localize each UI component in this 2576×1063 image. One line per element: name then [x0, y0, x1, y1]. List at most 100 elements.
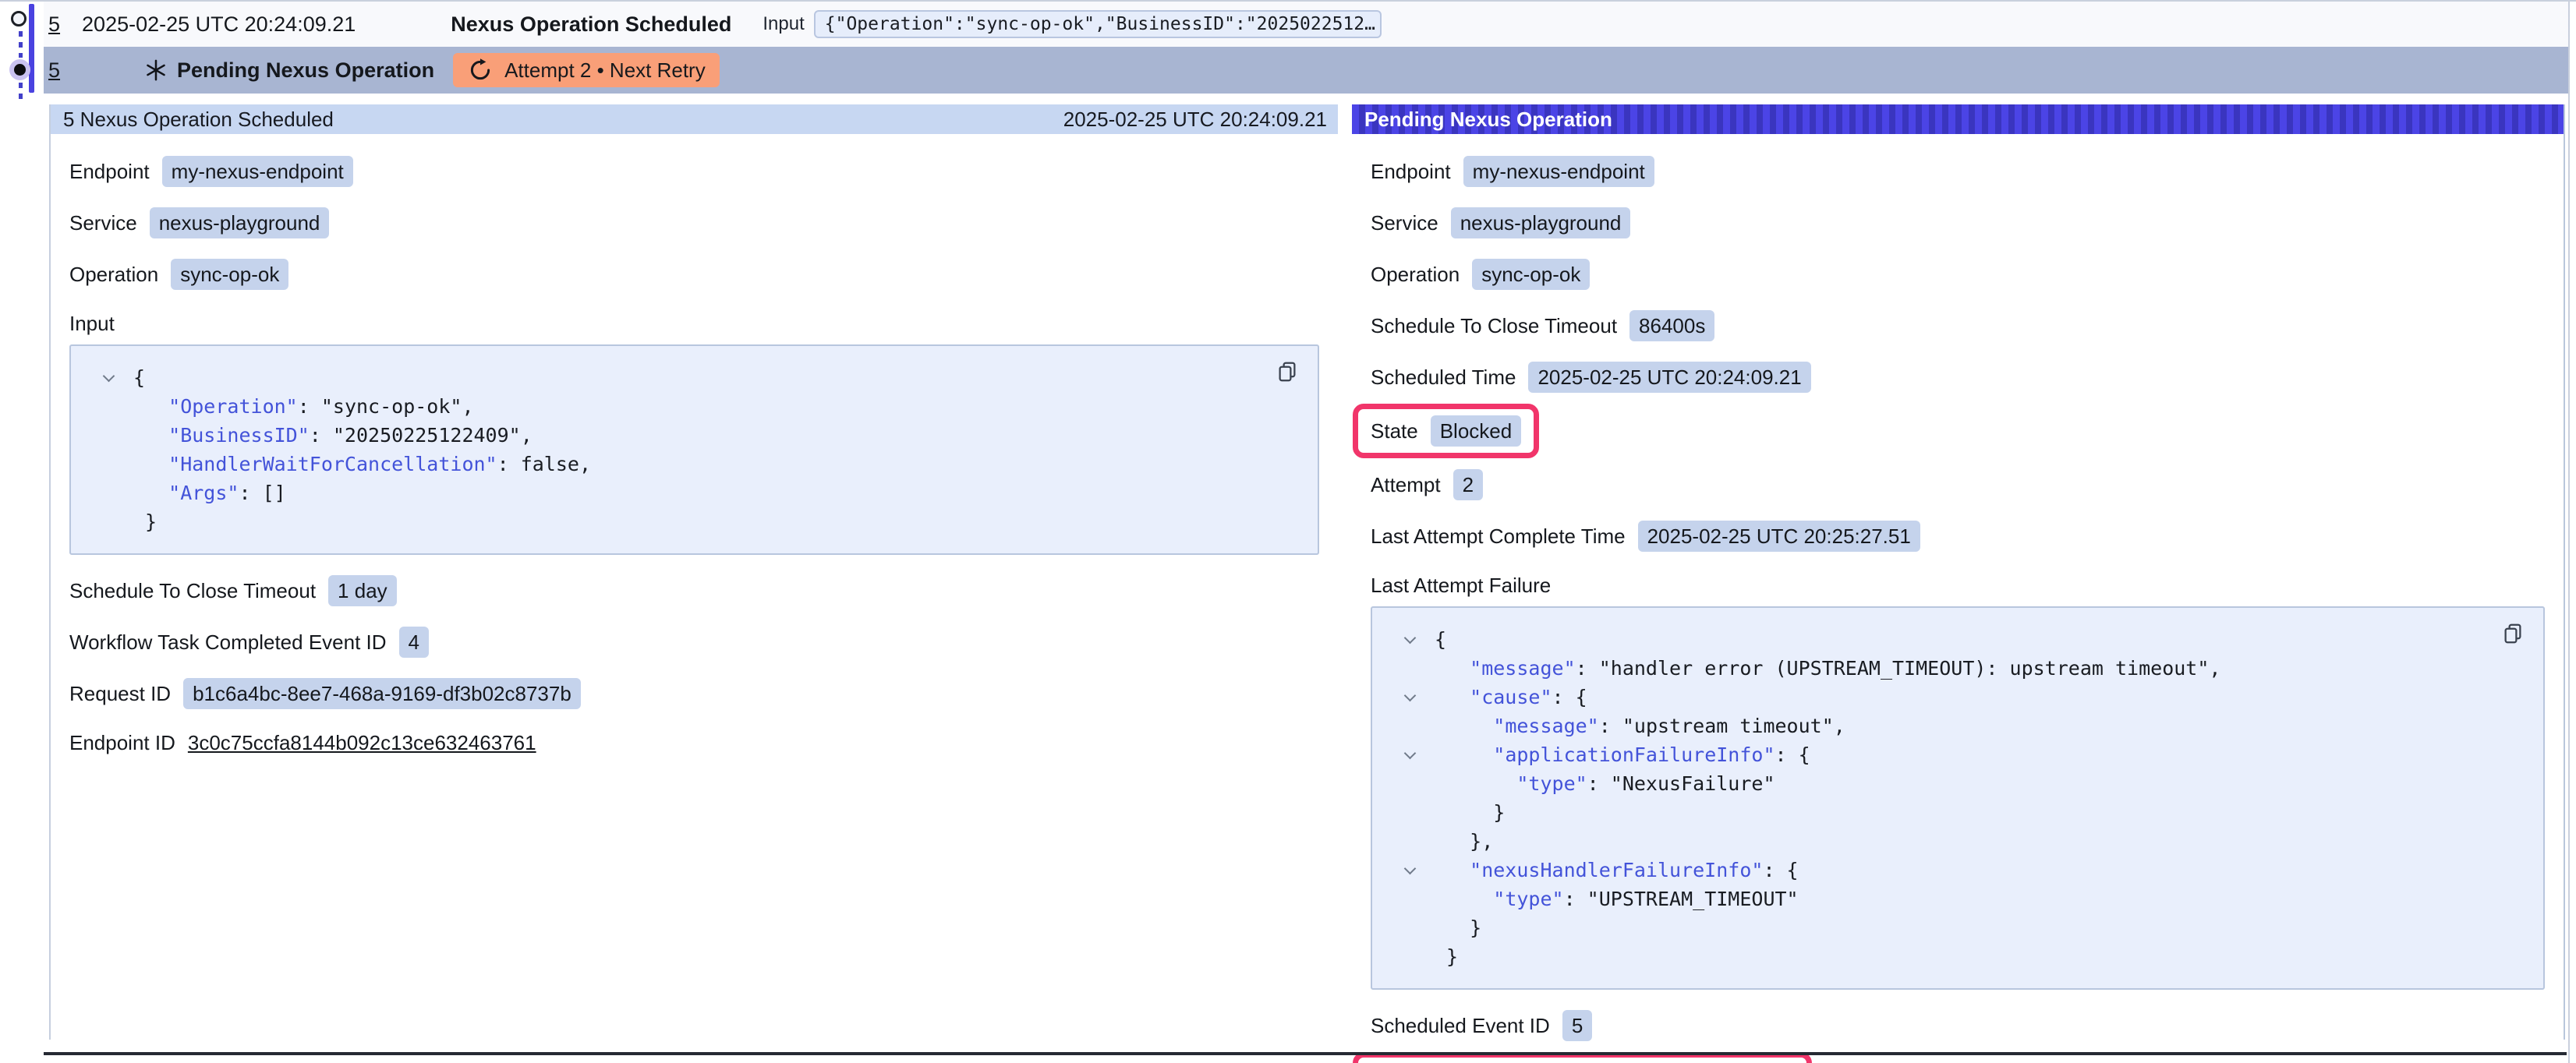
field-label-state: State: [1371, 419, 1418, 443]
code-text: "message": "handler error (UPSTREAM_TIME…: [1435, 657, 2220, 680]
code-text: "cause": {: [1435, 686, 1587, 708]
code-text: }: [1435, 945, 1458, 968]
code-text: "HandlerWaitForCancellation": false,: [133, 453, 591, 475]
code-line: {: [1391, 625, 2525, 654]
field-label-operation: Operation: [69, 263, 158, 287]
code-line: "cause": {: [1391, 683, 2525, 712]
left-detail-card: 5 Nexus Operation Scheduled 2025-02-25 U…: [49, 104, 1338, 1040]
input-preview-pill[interactable]: {"Operation":"sync-op-ok","BusinessID":"…: [814, 10, 1382, 38]
refresh-icon: [467, 57, 494, 83]
timeline-dashed-connector: [19, 83, 23, 100]
event-row-collapsed[interactable]: 5 2025-02-25 UTC 20:24:09.21 Nexus Opera…: [44, 2, 2568, 47]
code-text: "applicationFailureInfo": {: [1435, 743, 1810, 766]
field-label-workflow-task-completed-event-id: Workflow Task Completed Event ID: [69, 630, 387, 655]
json-code-block-last-attempt-failure: { "message": "handler error (UPSTREAM_TI…: [1371, 606, 2545, 990]
field-attempt: Attempt2: [1371, 469, 2545, 500]
field-value-endpoint-id[interactable]: 3c0c75ccfa8144b092c13ce632463761: [188, 731, 536, 755]
field-value-schedule-to-close-timeout: 86400s: [1629, 310, 1714, 341]
field-service: Servicenexus-playground: [69, 207, 1319, 238]
field-label-scheduled-event-id: Scheduled Event ID: [1371, 1014, 1550, 1038]
code-line: "type": "UPSTREAM_TIMEOUT": [1391, 885, 2525, 913]
field-state: StateBlocked: [1371, 413, 2545, 449]
page-right-border: [2568, 2, 2570, 1063]
field-last-attempt-complete-time: Last Attempt Complete Time2025-02-25 UTC…: [1371, 521, 2545, 552]
timeline-dashed-connector: [19, 31, 23, 58]
field-schedule-to-close-timeout: Schedule To Close Timeout1 day: [69, 575, 1319, 606]
pending-event-id-link[interactable]: 5: [48, 58, 60, 83]
collapse-chevron-icon[interactable]: [1405, 864, 1414, 874]
code-line: }: [1391, 798, 2525, 827]
left-card-title: 5 Nexus Operation Scheduled: [63, 108, 334, 132]
event-open-circle-icon: [11, 11, 27, 26]
field-endpoint-id: Endpoint ID 3c0c75ccfa8144b092c13ce632463…: [69, 729, 1319, 756]
collapse-chevron-icon[interactable]: [1405, 691, 1414, 701]
annotation-box-state: StateBlocked: [1353, 404, 1539, 458]
field-label-schedule-to-close-timeout: Schedule To Close Timeout: [69, 579, 316, 603]
field-service: Service nexus-playground: [1371, 207, 2545, 238]
code-line: "BusinessID": "20250225122409",: [90, 421, 1299, 450]
event-title: Nexus Operation Scheduled: [451, 12, 731, 37]
pending-event-row[interactable]: 5 Pending Nexus Operation Attempt 2 • Ne…: [44, 47, 2568, 94]
code-text: }: [133, 510, 157, 533]
code-line: }: [90, 507, 1299, 536]
left-card-timestamp: 2025-02-25 UTC 20:24:09.21: [1063, 108, 1327, 132]
field-label-input: Input: [69, 310, 1319, 337]
field-request-id: Request IDb1c6a4bc-8ee7-468a-9169-df3b02…: [69, 678, 1319, 709]
field-label-scheduled-time: Scheduled Time: [1371, 366, 1516, 390]
field-label-last-attempt-complete-time: Last Attempt Complete Time: [1371, 524, 1626, 549]
code-line: "applicationFailureInfo": {: [1391, 740, 2525, 769]
field-value-attempt: 2: [1453, 469, 1483, 500]
collapse-chevron-icon[interactable]: [1405, 749, 1414, 758]
field-label-request-id: Request ID: [69, 682, 171, 706]
expanded-row-bottom-border: [44, 1052, 2567, 1055]
right-card-title: Pending Nexus Operation: [1364, 108, 1612, 132]
code-text: "Operation": "sync-op-ok",: [133, 395, 474, 418]
input-label: Input: [763, 13, 804, 35]
event-id-link[interactable]: 5: [48, 12, 60, 37]
code-text: }: [1435, 801, 1505, 824]
retry-badge-label: Attempt 2 • Next Retry: [504, 58, 706, 83]
field-label-service: Service: [69, 211, 137, 235]
collapse-chevron-icon[interactable]: [104, 372, 113, 381]
retry-badge: Attempt 2 • Next Retry: [453, 53, 720, 87]
code-text: "type": "UPSTREAM_TIMEOUT": [1435, 888, 1799, 910]
code-line: "message": "handler error (UPSTREAM_TIME…: [1391, 654, 2525, 683]
field-value-service: nexus-playground: [1451, 207, 1631, 238]
pending-asterisk-icon: [144, 58, 168, 82]
field-workflow-task-completed-event-id: Workflow Task Completed Event ID4: [69, 627, 1319, 658]
code-line: },: [1391, 827, 2525, 856]
selected-event-bar: [29, 4, 34, 93]
code-text: "Args": []: [133, 482, 286, 504]
right-detail-card: Pending Nexus Operation Endpointmy-nexus…: [1352, 104, 2565, 1040]
field-value-scheduled-event-id: 5: [1562, 1010, 1592, 1041]
code-text: "nexusHandlerFailureInfo": {: [1435, 859, 1799, 881]
field-operation: Operationsync-op-ok: [69, 259, 1319, 290]
field-label-schedule-to-close-timeout: Schedule To Close Timeout: [1371, 314, 1617, 338]
json-code-block-input: { "Operation": "sync-op-ok", "BusinessID…: [69, 344, 1319, 555]
field-value-endpoint: my-nexus-endpoint: [162, 156, 353, 187]
collapse-chevron-icon[interactable]: [1405, 634, 1414, 643]
code-line: "Operation": "sync-op-ok",: [90, 392, 1299, 421]
code-line: "message": "upstream timeout",: [1391, 712, 2525, 740]
code-line: {: [90, 363, 1299, 392]
timeline-rail: [0, 2, 44, 103]
code-line: "Args": []: [90, 479, 1299, 507]
field-label-endpoint: Endpoint: [69, 160, 150, 184]
event-timestamp: 2025-02-25 UTC 20:24:09.21: [82, 12, 356, 37]
code-text: {: [1435, 628, 1446, 651]
code-line: "nexusHandlerFailureInfo": {: [1391, 856, 2525, 885]
code-line: "HandlerWaitForCancellation": false,: [90, 450, 1299, 479]
pending-event-title: Pending Nexus Operation: [177, 58, 434, 83]
left-card-body: Endpoint my-nexus-endpoint Servicenexus-pl…: [51, 134, 1338, 756]
field-label-endpoint-id: Endpoint ID: [69, 731, 175, 755]
right-card-header: Pending Nexus Operation: [1352, 104, 2564, 134]
field-operation: Operation sync-op-ok: [1371, 259, 2545, 290]
left-card-header: 5 Nexus Operation Scheduled 2025-02-25 U…: [51, 104, 1338, 134]
code-text: "type": "NexusFailure": [1435, 772, 1775, 795]
field-value-operation: sync-op-ok: [1472, 259, 1590, 290]
code-text: "BusinessID": "20250225122409",: [133, 424, 533, 447]
field-label-operation: Operation: [1371, 263, 1460, 287]
field-scheduled-event-id: Scheduled Event ID 5: [1371, 1010, 2545, 1041]
field-label-service: Service: [1371, 211, 1438, 235]
field-endpoint: Endpointmy-nexus-endpoint: [1371, 156, 2545, 187]
